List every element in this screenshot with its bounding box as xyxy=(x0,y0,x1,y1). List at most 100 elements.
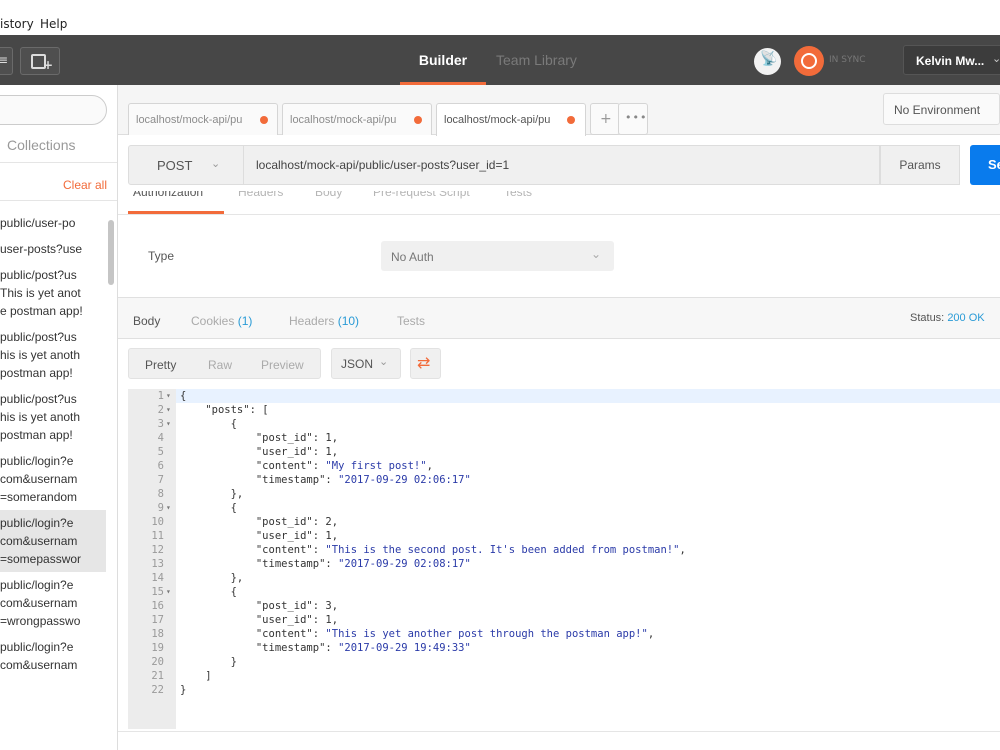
response-code-editor[interactable]: 1 ▾{2 ▾ "posts": [3 ▾ {4 "post_id": 1, 5 "us… xyxy=(128,389,1000,729)
line-number: 11 xyxy=(151,530,164,542)
tab-tests[interactable]: Tests xyxy=(504,191,532,199)
code-line: 4 "post_id": 1, xyxy=(128,431,1000,445)
main-panel: localhost/mock-api/pu localhost/mock-api… xyxy=(118,85,1000,750)
format-select[interactable]: JSON ⌄ xyxy=(331,348,401,379)
history-item[interactable]: public/post?us This is yet anot e postman … xyxy=(0,262,106,324)
menu-history[interactable]: istory xyxy=(0,17,34,31)
history-item[interactable]: user-posts?use xyxy=(0,236,106,262)
line-number: 18 xyxy=(151,628,164,640)
history-item-text: com&usernam xyxy=(0,472,78,486)
tab-builder[interactable]: Builder xyxy=(400,35,486,85)
tab-authorization[interactable]: Authorization xyxy=(133,191,203,199)
history-item[interactable]: public/post?us his is yet anoth postman ap… xyxy=(0,324,106,386)
environment-value: No Environment xyxy=(894,103,981,117)
tab-response-headers[interactable]: Headers (10) xyxy=(289,314,359,328)
history-item-text: public/login?e xyxy=(0,454,74,468)
history-item-text: his is yet anoth xyxy=(0,348,81,362)
auth-type-select[interactable]: No Auth ⌄ xyxy=(381,241,614,271)
code-text: "user_id": 1, xyxy=(255,530,339,542)
tab-collections[interactable]: Collections xyxy=(7,137,75,153)
request-tab[interactable]: localhost/mock-api/pu xyxy=(128,103,278,135)
fold-toggle-icon[interactable]: ▾ xyxy=(166,501,171,515)
line-number: 8 xyxy=(157,488,164,500)
code-line: 14 }, xyxy=(128,571,1000,585)
fold-toggle-icon[interactable]: ▾ xyxy=(166,585,171,599)
headers-count: (10) xyxy=(337,314,360,328)
line-number: 1 xyxy=(157,390,164,402)
params-button[interactable]: Params xyxy=(880,145,960,185)
code-line: 18 "content": "This is yet another post … xyxy=(128,627,1000,641)
code-text: } xyxy=(180,656,237,668)
tab-test-results[interactable]: Tests xyxy=(397,314,425,328)
tab-prerequest-script[interactable]: Pre-request Script xyxy=(373,191,470,199)
history-item-text: postman app! xyxy=(0,366,73,380)
status-label: Status: xyxy=(910,312,945,324)
code-text: { xyxy=(180,586,237,598)
search-input[interactable] xyxy=(0,95,107,125)
code-line: 6 "content": "My first post!", xyxy=(128,459,1000,473)
history-item-text: public/post?us xyxy=(0,268,77,282)
sidebar-scrollbar[interactable] xyxy=(108,220,114,285)
history-item[interactable]: public/login?e com&usernam =wrongpasswo xyxy=(0,572,106,634)
line-number: 3 xyxy=(157,418,164,430)
history-item[interactable]: public/login?e com&usernam =somepasswor xyxy=(0,510,106,572)
send-button[interactable]: Se xyxy=(970,145,1000,185)
fold-toggle-icon[interactable]: ▾ xyxy=(166,403,171,417)
more-tabs-button[interactable]: ••• xyxy=(618,103,648,135)
history-item[interactable]: public/login?e com&usernam xyxy=(0,634,106,678)
code-text: ] xyxy=(180,670,212,682)
code-line: 19 "timestamp": "2017-09-29 19:49:33" xyxy=(128,641,1000,655)
chevron-down-icon: ⌄ xyxy=(992,52,1000,65)
tab-response-body[interactable]: Body xyxy=(133,314,160,328)
history-item[interactable]: public/login?e com&usernam =somerandom xyxy=(0,448,106,510)
new-tab-button[interactable]: + xyxy=(20,47,60,75)
response-view-toolbar: Pretty Raw Preview JSON ⌄ ⇄ xyxy=(118,339,1000,387)
code-text: } xyxy=(180,684,187,696)
request-tab[interactable]: localhost/mock-api/pu xyxy=(282,103,432,135)
line-number: 12 xyxy=(151,544,164,556)
code-text: "content": "This is yet another post thr… xyxy=(255,628,655,640)
request-tab-label: localhost/mock-api/pu xyxy=(444,114,551,126)
url-input[interactable] xyxy=(244,145,880,185)
divider xyxy=(118,731,1000,732)
tab-headers[interactable]: Headers xyxy=(238,191,283,199)
history-item-text: public/user-po xyxy=(0,216,76,230)
menu-help[interactable]: Help xyxy=(40,17,67,31)
divider xyxy=(0,162,117,163)
code-text: "user_id": 1, xyxy=(255,614,339,626)
chevron-down-icon: ⌄ xyxy=(591,247,602,261)
request-tab-active[interactable]: localhost/mock-api/pu xyxy=(436,103,586,136)
fold-toggle-icon[interactable]: ▾ xyxy=(166,417,171,431)
add-tab-button[interactable]: + xyxy=(590,103,620,135)
clear-all-button[interactable]: Clear all xyxy=(63,178,107,192)
view-preview-button[interactable]: Preview xyxy=(261,358,304,372)
code-text: "posts": [ xyxy=(205,404,269,416)
tab-cookies[interactable]: Cookies (1) xyxy=(191,314,252,328)
unsaved-dot-icon xyxy=(260,116,268,124)
wrap-lines-button[interactable]: ⇄ xyxy=(410,348,441,379)
history-item[interactable]: public/user-po xyxy=(0,210,106,236)
code-line: 16 "post_id": 3, xyxy=(128,599,1000,613)
code-line: 11 "user_id": 1, xyxy=(128,529,1000,543)
tab-body[interactable]: Body xyxy=(315,191,342,199)
header-left-button[interactable]: ≡ xyxy=(0,47,13,75)
sync-icon[interactable] xyxy=(794,46,824,76)
fold-toggle-icon[interactable]: ▾ xyxy=(166,389,171,403)
method-select[interactable]: POST ⌄ xyxy=(128,145,244,185)
history-item-text: public/login?e xyxy=(0,578,74,592)
request-tab-bar: localhost/mock-api/pu localhost/mock-api… xyxy=(118,85,1000,136)
history-item-text: This is yet anot xyxy=(0,286,81,300)
user-menu-button[interactable]: Kelvin Mw... ⌄ xyxy=(903,45,1000,75)
request-section-tabs: Authorization Headers Body Pre-request S… xyxy=(118,191,1000,215)
view-raw-button[interactable]: Raw xyxy=(208,358,232,372)
tab-team-library[interactable]: Team Library xyxy=(496,35,577,85)
line-number: 16 xyxy=(151,600,164,612)
code-line: 9 ▾ { xyxy=(128,501,1000,515)
code-text: "timestamp": "2017-09-29 02:08:17" xyxy=(255,558,471,570)
interceptor-icon[interactable]: 📡 xyxy=(754,48,781,75)
code-line: 17 "user_id": 1, xyxy=(128,613,1000,627)
view-pretty-button[interactable]: Pretty xyxy=(145,358,176,372)
cookies-count: (1) xyxy=(237,314,253,328)
environment-select[interactable]: No Environment xyxy=(883,93,1000,125)
history-item[interactable]: public/post?us his is yet anoth postman ap… xyxy=(0,386,106,448)
